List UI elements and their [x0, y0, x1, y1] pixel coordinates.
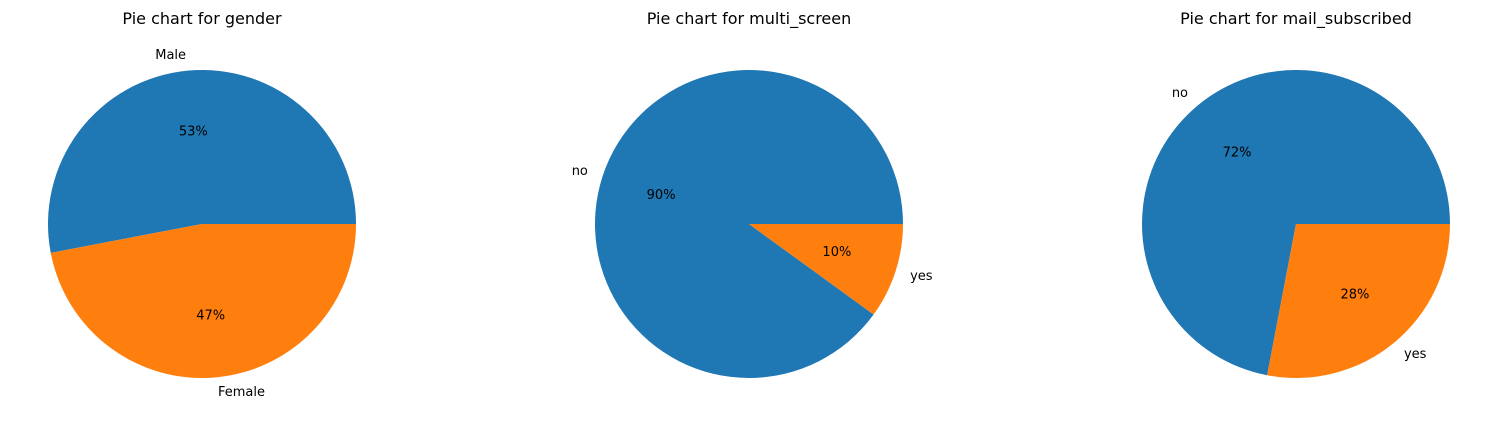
chart-title: Pie chart for mail_subscribed — [1180, 9, 1412, 29]
pie-charts-figure: Pie chart for gender 53% Male 47% Female Pi… — [48, 9, 1450, 400]
pie-category-label: Female — [218, 385, 265, 400]
pie-category-label: no — [572, 164, 588, 179]
pie-chart-mail-subscribed: Pie chart for mail_subscribed 72% no 28% ye… — [1141, 9, 1450, 378]
pie-slice-female — [50, 224, 357, 379]
pie-category-label: no — [1172, 86, 1188, 101]
pie-percent-label: 53% — [179, 125, 208, 140]
chart-title: Pie chart for gender — [122, 9, 282, 28]
pie-chart-multi-screen: Pie chart for multi_screen 90% no 10% yes — [572, 9, 933, 378]
pie-percent-label: 90% — [647, 188, 676, 203]
pie-percent-label: 10% — [822, 245, 851, 260]
pie-category-label: yes — [1404, 347, 1427, 362]
pie-category-label: yes — [910, 269, 933, 284]
chart-title: Pie chart for multi_screen — [647, 9, 852, 29]
pie-percent-label: 72% — [1223, 145, 1252, 160]
pie-percent-label: 28% — [1340, 288, 1369, 303]
pie-slice-no — [595, 69, 903, 378]
pie-category-label: Male — [155, 48, 186, 63]
pie-percent-label: 47% — [196, 308, 225, 323]
pie-chart-gender: Pie chart for gender 53% Male 47% Female — [48, 9, 357, 400]
